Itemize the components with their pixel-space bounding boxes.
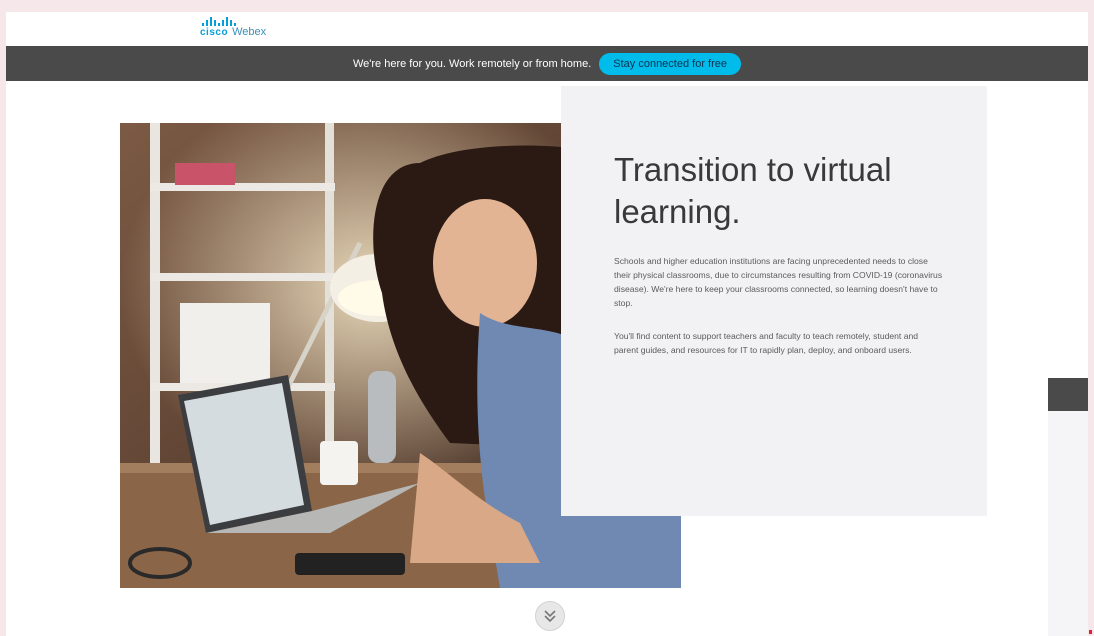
announcement-banner: We're here for you. Work remotely or fro… bbox=[6, 46, 1088, 81]
banner-text: We're here for you. Work remotely or fro… bbox=[352, 57, 592, 70]
logo-webex-text: Webex bbox=[232, 26, 267, 38]
hero-paragraph-2: You'll find content to support teachers … bbox=[614, 331, 919, 355]
double-chevron-down-icon bbox=[544, 610, 556, 623]
cisco-webex-logo[interactable]: cisco Webex bbox=[200, 17, 266, 38]
hero-text-card: Transition to virtual learning. Schools … bbox=[561, 86, 987, 516]
site-header: cisco Webex bbox=[6, 12, 1088, 46]
stay-connected-button[interactable]: Stay connected for free bbox=[599, 52, 741, 75]
scroll-down-button[interactable] bbox=[535, 601, 565, 631]
side-panel-body bbox=[1048, 411, 1088, 636]
cisco-bars-icon bbox=[202, 17, 236, 26]
hero-paragraph-1: Schools and higher education institution… bbox=[614, 256, 943, 308]
webex-landing-page: cisco Webex We're here for you. Work rem… bbox=[6, 12, 1088, 636]
side-panel-header bbox=[1048, 378, 1088, 411]
logo-cisco-text: cisco bbox=[200, 27, 229, 38]
hero-title: Transition to virtual learning. bbox=[614, 151, 892, 230]
corner-marker bbox=[1089, 630, 1092, 634]
